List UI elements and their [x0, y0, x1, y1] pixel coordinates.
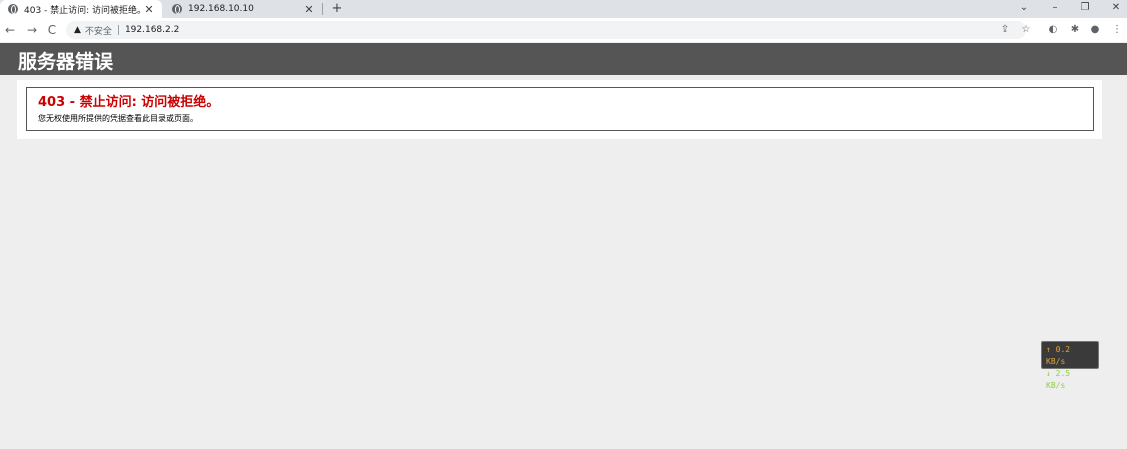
download-speed: ↓ 2.5 KB/s	[1046, 369, 1071, 390]
window-close-icon[interactable]: ✕	[1105, 0, 1127, 18]
profile-icon[interactable]: ●	[1086, 21, 1104, 39]
tab-title: 192.168.10.10	[188, 4, 254, 14]
address-bar[interactable]: ▲ 不安全 192.168.2.2	[66, 21, 1026, 39]
error-description: 您无权使用所提供的凭据查看此目录或页面。	[38, 114, 198, 123]
puzzle-icon[interactable]: ✱	[1066, 21, 1084, 39]
new-tab-button[interactable]: +	[330, 0, 344, 18]
menu-icon[interactable]: ⋮	[1108, 21, 1126, 39]
upload-speed: ↑ 0.2 KB/s	[1046, 345, 1071, 366]
share-icon[interactable]: ⇪	[996, 21, 1014, 39]
restore-icon[interactable]: ❐	[1074, 0, 1096, 18]
back-icon[interactable]: ←	[2, 21, 18, 39]
globe-icon	[8, 4, 18, 14]
error-title: 403 - 禁止访问: 访问被拒绝。	[38, 95, 220, 110]
error-box: 403 - 禁止访问: 访问被拒绝。 您无权使用所提供的凭据查看此目录或页面。	[26, 87, 1094, 131]
extension-icon[interactable]: ◐	[1044, 21, 1062, 39]
page-header: 服务器错误	[0, 43, 1127, 75]
star-icon[interactable]: ☆	[1017, 21, 1035, 39]
tab-separator	[322, 3, 323, 15]
page-title: 服务器错误	[18, 51, 114, 73]
tab-title: 403 - 禁止访问: 访问被拒绝。	[24, 5, 142, 16]
forward-icon[interactable]: →	[24, 21, 40, 39]
tab-403-error[interactable]: 403 - 禁止访问: 访问被拒绝。 ✕	[0, 0, 162, 18]
tab-strip: 403 - 禁止访问: 访问被拒绝。 ✕ 192.168.10.10 ✕ + ⌄…	[0, 0, 1127, 18]
minimize-icon[interactable]: –	[1044, 0, 1066, 18]
not-secure-warning-icon[interactable]: ▲	[74, 25, 81, 35]
page-viewport: 服务器错误 403 - 禁止访问: 访问被拒绝。 您无权使用所提供的凭据查看此目…	[0, 42, 1127, 449]
url-text[interactable]: 192.168.2.2	[125, 25, 179, 35]
address-divider	[117, 25, 119, 35]
tab-search-icon[interactable]: ⌄	[1013, 0, 1035, 18]
security-label[interactable]: 不安全	[85, 24, 112, 37]
net-speed-widget[interactable]: ↑ 0.2 KB/s ↓ 2.5 KB/s	[1041, 341, 1099, 390]
globe-icon	[172, 4, 182, 14]
reload-icon[interactable]: C	[44, 21, 60, 39]
content-panel: 403 - 禁止访问: 访问被拒绝。 您无权使用所提供的凭据查看此目录或页面。	[17, 80, 1102, 139]
tab-close-icon[interactable]: ✕	[302, 3, 316, 16]
tab-192-168-10-10[interactable]: 192.168.10.10 ✕	[162, 0, 322, 18]
browser-toolbar: ← → C ▲ 不安全 192.168.2.2 ⇪ ☆ ◐ ✱ ● ⋮	[0, 18, 1127, 42]
tab-close-icon[interactable]: ✕	[142, 3, 156, 16]
